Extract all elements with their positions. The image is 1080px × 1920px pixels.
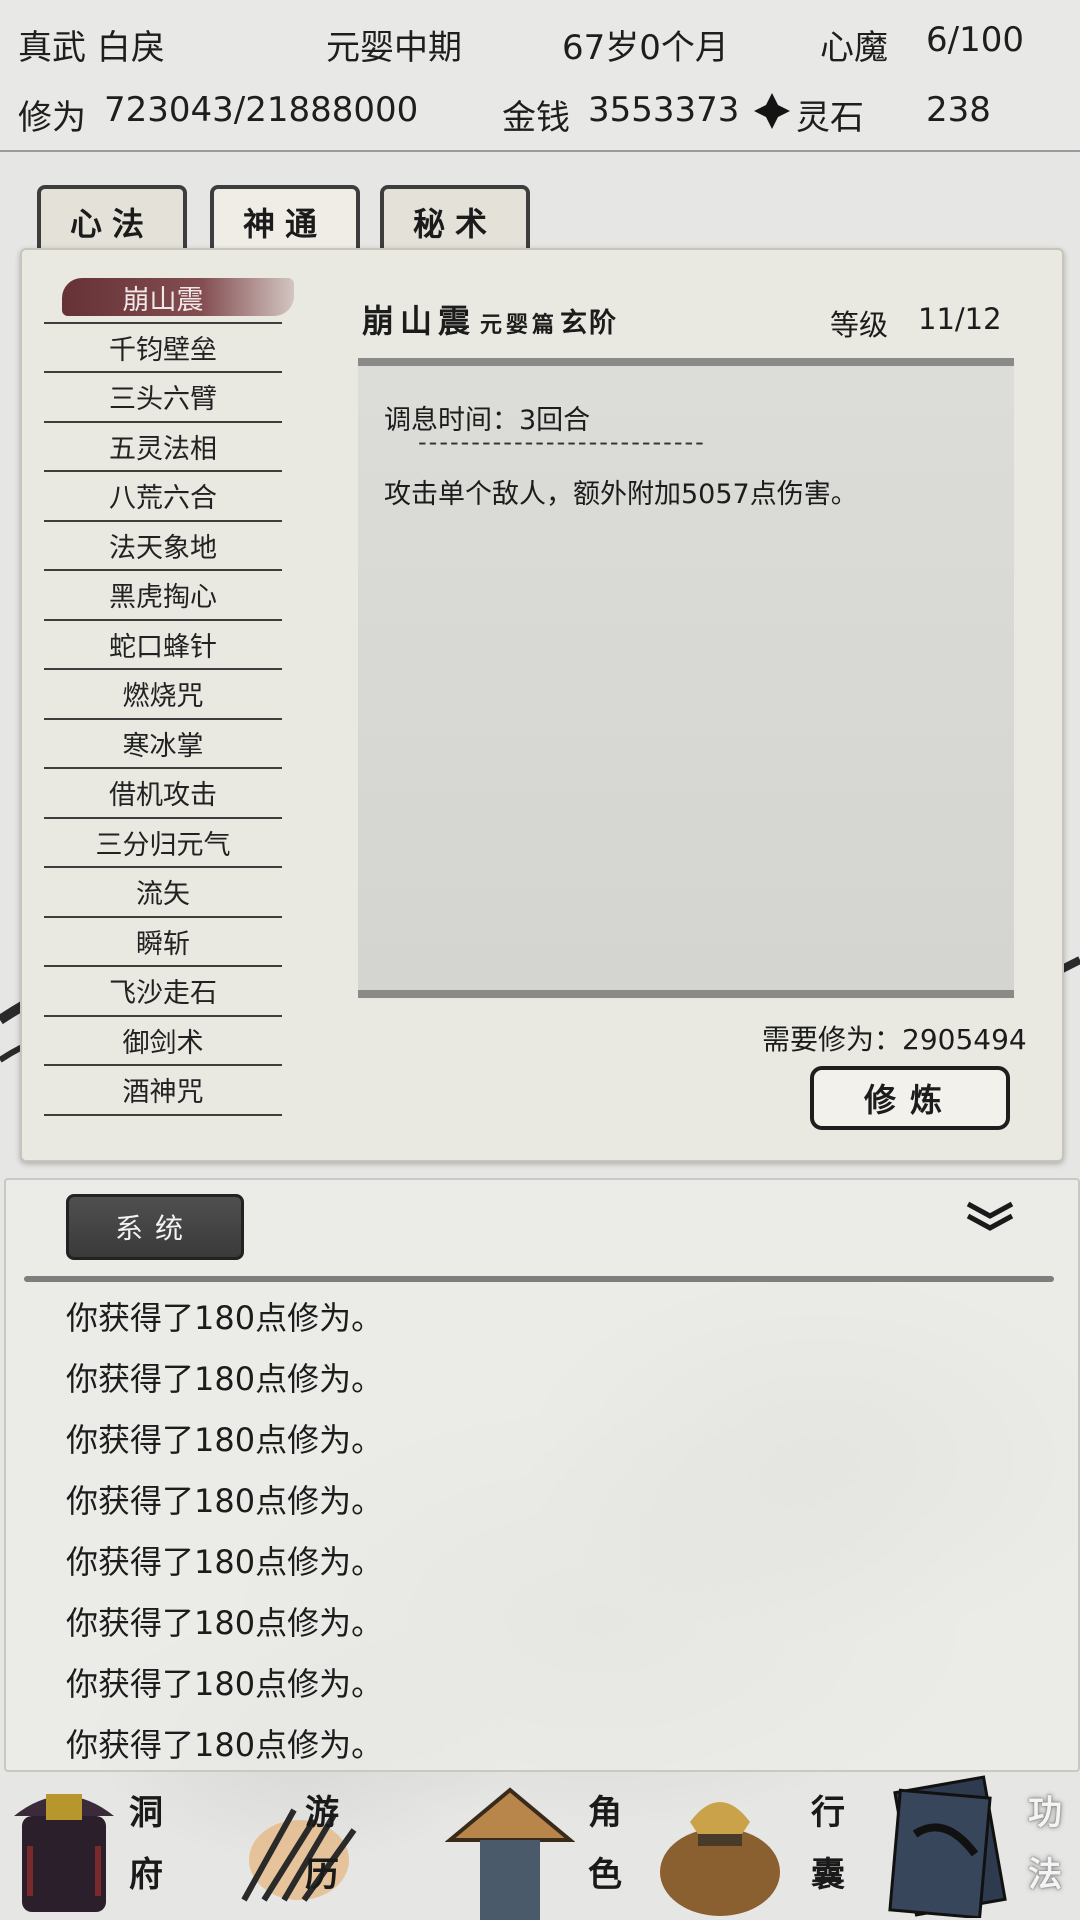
stone-label: 灵石 [796, 98, 864, 138]
bottom-nav: 洞府 游历 角色 行囊 功法 [0, 1770, 1080, 1920]
skill-label: 流矢 [136, 879, 190, 911]
nav-character[interactable]: 角色 [425, 1770, 640, 1920]
skill-label: 御剑术 [122, 1027, 204, 1059]
skill-book-icon [888, 1775, 1007, 1918]
player-name: 真武 白戾 [18, 28, 165, 68]
stone-value: 238 [926, 90, 991, 130]
spirit-stone-icon [754, 93, 790, 129]
level-label: 等级 [830, 308, 889, 342]
skill-item[interactable]: 蛇口蜂针 [44, 621, 282, 670]
log-line: 你获得了180点修为。 [66, 1421, 384, 1459]
realm-text: 元婴中期 [326, 28, 462, 68]
skill-label: 寒冰掌 [122, 730, 204, 762]
skill-label: 黑虎掏心 [109, 582, 217, 614]
skill-item[interactable]: 三分归元气 [44, 819, 282, 868]
skill-item[interactable]: 御剑术 [44, 1017, 282, 1066]
skill-label: 瞬斩 [136, 928, 190, 960]
skill-list: 崩山震 千钧壁垒 三头六臂 五灵法相 八荒六合 法天象地 黑虎掏心 蛇口蜂针 燃… [44, 274, 294, 1116]
nav-skills[interactable]: 功法 [855, 1770, 1080, 1920]
demon-label: 心魔 [820, 28, 888, 68]
skill-item[interactable]: 三头六臂 [44, 373, 282, 423]
skill-item[interactable]: 飞沙走石 [44, 967, 282, 1017]
log-line: 你获得了180点修为。 [66, 1726, 384, 1764]
skill-label: 飞沙走石 [109, 978, 217, 1010]
money-label: 金钱 [502, 98, 570, 138]
skill-label: 三分归元气 [95, 829, 231, 861]
skill-label: 燃烧咒 [122, 681, 204, 713]
skill-description-box: 调息时间：3回合 --------------------------- 攻击单… [358, 358, 1014, 998]
skill-label: 法天象地 [109, 532, 217, 564]
nav-cave-mansion[interactable]: 洞府 [0, 1770, 210, 1920]
skill-item[interactable]: 借机攻击 [44, 769, 282, 819]
skill-grade: 玄阶 [560, 308, 619, 339]
description-divider: --------------------------- [418, 428, 706, 456]
required-cultivation: 需要修为：2905494 [762, 1023, 1027, 1056]
skill-item[interactable]: 酒神咒 [44, 1066, 282, 1116]
tab-divine-ability[interactable]: 神通 [210, 185, 360, 255]
log-divider [24, 1276, 1054, 1282]
double-chevron-down-icon[interactable] [964, 1198, 1016, 1234]
log-line: 你获得了180点修为。 [66, 1665, 384, 1703]
skill-item[interactable]: 五灵法相 [44, 423, 282, 472]
message-log-panel: 系统 你获得了180点修为。 你获得了180点修为。 你获得了180点修为。 你… [4, 1178, 1080, 1772]
skill-label: 八荒六合 [109, 483, 217, 515]
log-line: 你获得了180点修为。 [66, 1482, 384, 1520]
nav-label: 角色 [588, 1793, 622, 1895]
log-line: 你获得了180点修为。 [66, 1299, 384, 1337]
nav-label: 功法 [1028, 1793, 1062, 1895]
skill-label: 千钧壁垒 [109, 334, 217, 366]
tab-secret-art[interactable]: 秘术 [380, 185, 530, 255]
effect-text: 攻击单个敌人，额外附加5057点伤害。 [384, 479, 858, 510]
nav-label: 洞府 [129, 1793, 163, 1895]
cave-mansion-icon [14, 1794, 114, 1912]
log-line: 你获得了180点修为。 [66, 1543, 384, 1581]
nav-label: 行囊 [811, 1793, 845, 1895]
skill-item[interactable]: 流矢 [44, 868, 282, 918]
train-button[interactable]: 修炼 [810, 1066, 1010, 1130]
skill-item[interactable]: 瞬斩 [44, 918, 282, 967]
skill-item[interactable]: 八荒六合 [44, 472, 282, 522]
status-header: 真武 白戾 元婴中期 67岁0个月 心魔 6/100 修为 723043/218… [0, 0, 1080, 152]
skill-item[interactable]: 法天象地 [44, 522, 282, 571]
skill-item[interactable]: 燃烧咒 [44, 670, 282, 720]
demon-value: 6/100 [926, 20, 1024, 60]
bag-icon [660, 1802, 780, 1916]
travel-icon [241, 1808, 357, 1902]
age-text: 67岁0个月 [562, 28, 729, 68]
skill-item[interactable]: 黑虎掏心 [44, 571, 282, 621]
skill-label: 三头六臂 [109, 384, 217, 416]
cultivation-value: 723043/21888000 [104, 90, 419, 130]
skill-label: 崩山震 [122, 285, 204, 317]
tab-system-log[interactable]: 系统 [66, 1194, 244, 1260]
skill-title: 崩山震 元婴篇玄阶 [362, 296, 618, 342]
skill-chapter: 元婴篇 [480, 312, 559, 338]
skill-label: 借机攻击 [109, 780, 217, 812]
character-icon [445, 1787, 575, 1920]
nav-bag[interactable]: 行囊 [640, 1770, 855, 1920]
nav-label: 游历 [305, 1793, 339, 1895]
money-value: 3553373 [588, 90, 740, 130]
skill-item[interactable]: 千钧壁垒 [44, 324, 282, 373]
skill-label: 酒神咒 [122, 1077, 204, 1109]
skill-label: 五灵法相 [109, 433, 217, 465]
skill-label: 蛇口蜂针 [109, 631, 217, 663]
skill-panel: 崩山震 千钧壁垒 三头六臂 五灵法相 八荒六合 法天象地 黑虎掏心 蛇口蜂针 燃… [20, 248, 1064, 1162]
tab-mental-method[interactable]: 心法 [37, 185, 187, 255]
level-value: 11/12 [918, 302, 1002, 336]
log-line: 你获得了180点修为。 [66, 1604, 384, 1642]
log-list[interactable]: 你获得了180点修为。 你获得了180点修为。 你获得了180点修为。 你获得了… [66, 1288, 383, 1776]
cultivation-label: 修为 [18, 98, 86, 138]
skill-item[interactable]: 寒冰掌 [44, 720, 282, 769]
skill-item-selected[interactable]: 崩山震 [44, 274, 294, 324]
nav-travel[interactable]: 游历 [210, 1770, 425, 1920]
skill-name: 崩山震 [362, 302, 477, 340]
log-line: 你获得了180点修为。 [66, 1360, 384, 1398]
